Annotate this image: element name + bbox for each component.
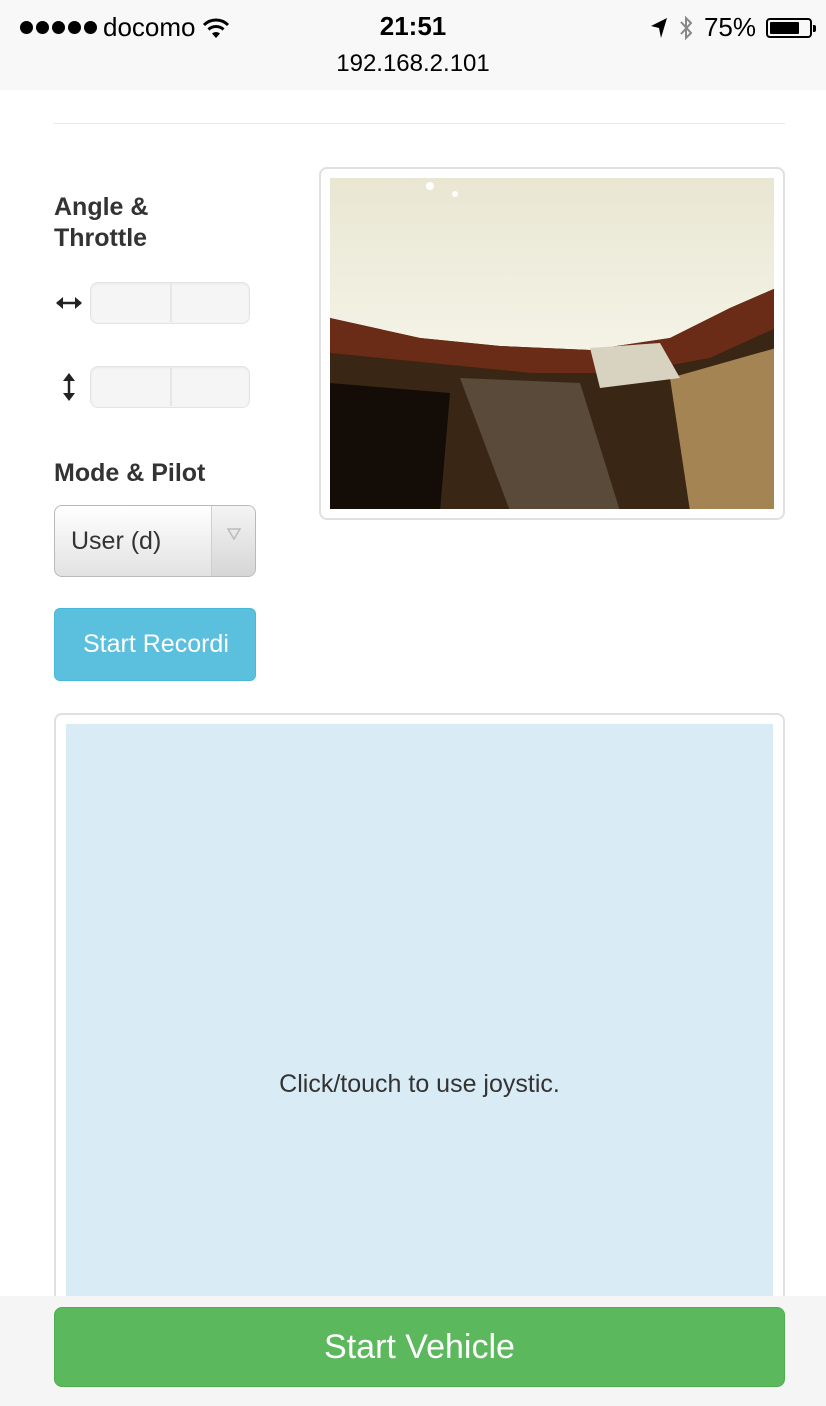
battery-icon bbox=[766, 17, 816, 38]
slider-center-mark bbox=[170, 284, 172, 322]
battery-fill bbox=[770, 21, 799, 34]
vertical-arrows-icon bbox=[54, 372, 84, 402]
start-recording-button[interactable]: Start Recordi bbox=[54, 608, 256, 681]
mode-select[interactable]: User (d) bbox=[54, 505, 256, 577]
start-vehicle-button[interactable]: Start Vehicle bbox=[54, 1307, 785, 1387]
slider-center-mark bbox=[170, 368, 172, 406]
url-bar[interactable]: 192.168.2.101 bbox=[0, 50, 826, 78]
location-arrow-icon bbox=[650, 17, 667, 38]
throttle-slider[interactable] bbox=[90, 366, 250, 408]
ios-status-bar: docomo 21:51 192.168.2.101 75% bbox=[0, 0, 826, 90]
camera-feed-image bbox=[330, 178, 774, 509]
angle-throttle-title: Angle & Throttle bbox=[54, 193, 149, 253]
throttle-row bbox=[54, 366, 250, 408]
divider bbox=[54, 123, 785, 124]
status-right-group: 75% bbox=[650, 12, 816, 43]
chevron-down-icon bbox=[211, 506, 255, 576]
camera-panel bbox=[319, 167, 785, 520]
mode-select-value: User (d) bbox=[71, 526, 162, 555]
joystick-area[interactable]: Click/touch to use joystic. bbox=[66, 724, 773, 1324]
joystick-panel: Click/touch to use joystic. bbox=[54, 713, 785, 1353]
bluetooth-icon bbox=[680, 15, 693, 40]
mode-pilot-title: Mode & Pilot bbox=[54, 459, 206, 487]
joystick-hint: Click/touch to use joystic. bbox=[279, 1070, 560, 1098]
angle-throttle-heading: Angle & Throttle bbox=[54, 192, 224, 255]
horizontal-arrows-icon bbox=[54, 288, 84, 318]
angle-slider[interactable] bbox=[90, 282, 250, 324]
angle-row bbox=[54, 282, 250, 324]
battery-percent: 75% bbox=[703, 12, 756, 42]
